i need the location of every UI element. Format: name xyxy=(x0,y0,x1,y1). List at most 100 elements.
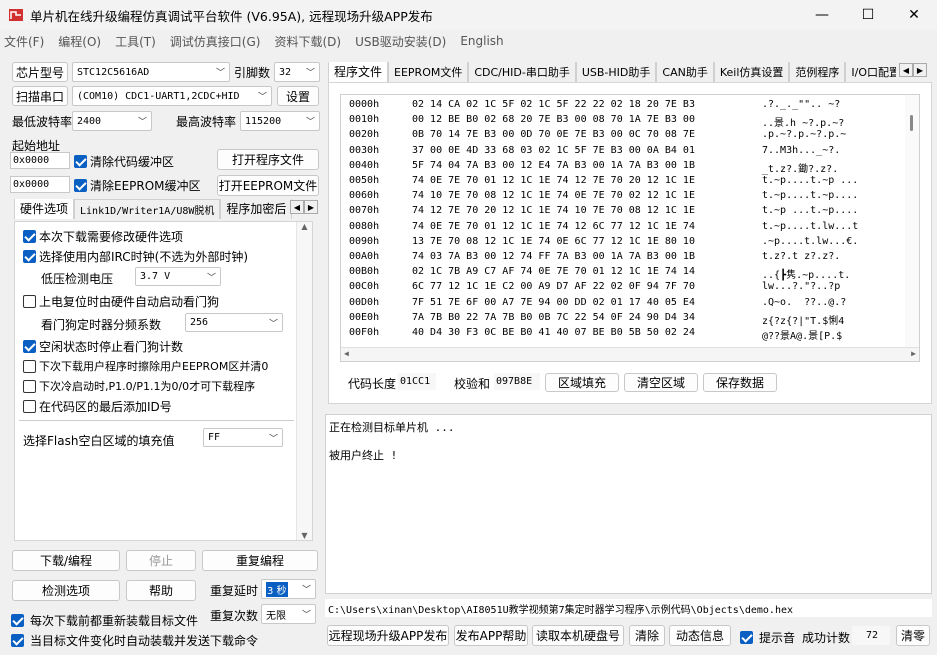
stop-button[interactable]: 停止 xyxy=(126,550,196,571)
min-baud-select[interactable]: 2400 ﹀ xyxy=(72,111,152,131)
hex-bytes[interactable]: 74 03 7A B3 00 12 74 FF 7A B3 00 1A 7A B… xyxy=(412,251,762,267)
start-addr-eeprom-input[interactable]: 0x0000 xyxy=(10,176,70,193)
repeat-count-select[interactable]: 无限 ﹀ xyxy=(261,604,316,624)
hex-bytes[interactable]: 00 12 BE B0 02 68 20 7E B3 00 08 70 1A 7… xyxy=(412,114,762,130)
checkbox-icon[interactable] xyxy=(740,631,753,644)
clear-area-button[interactable]: 清空区域 xyxy=(624,373,698,392)
max-baud-select[interactable]: 115200 ﹀ xyxy=(240,111,320,131)
hex-bytes[interactable]: 40 D4 30 F3 0C BE B0 41 40 07 BE B0 5B 5… xyxy=(412,327,762,343)
repeat-delay-select[interactable]: 3 秒 ﹀ xyxy=(261,579,316,599)
scroll-right-icon[interactable]: ▶ xyxy=(913,63,927,77)
auto-reload-option[interactable]: 当目标文件变化时自动装载并发送下载命令 xyxy=(11,632,258,649)
hex-bytes[interactable]: 7F 51 7E 6F 00 A7 7E 94 00 DD 02 01 17 4… xyxy=(412,297,762,313)
tab-program-file[interactable]: 程序文件 xyxy=(328,62,389,82)
menu-downloads[interactable]: 资料下载(D) xyxy=(274,33,341,50)
hw-option-2[interactable]: 选择使用内部IRC时钟(不选为外部时钟) xyxy=(23,248,248,265)
settings-button[interactable]: 设置 xyxy=(277,86,319,106)
checkbox-icon[interactable] xyxy=(23,359,36,373)
menu-debug[interactable]: 调试仿真接口(G) xyxy=(170,33,261,50)
scroll-left-icon[interactable]: ◀ xyxy=(899,63,913,77)
checkbox-icon[interactable] xyxy=(74,155,87,168)
hw-option-4[interactable]: 空闲状态时停止看门狗计数 xyxy=(23,338,183,355)
download-program-button[interactable]: 下载/编程 xyxy=(12,550,120,571)
scroll-right-icon[interactable]: ▶ xyxy=(911,349,916,358)
scroll-left-icon[interactable]: ◀ xyxy=(290,200,304,214)
read-disk-button[interactable]: 读取本机硬盘号 xyxy=(532,625,624,646)
hw-option-6[interactable]: 下次冷启动时,P1.0/P1.1为0/0才可下载程序 xyxy=(23,378,255,394)
publish-help-button[interactable]: 发布APP帮助 xyxy=(454,625,528,646)
open-program-file-button[interactable]: 打开程序文件 xyxy=(217,149,319,170)
hex-bytes[interactable]: 13 7E 70 08 12 1C 1E 74 0E 6C 77 12 1C 1… xyxy=(412,236,762,252)
checkbox-icon[interactable] xyxy=(11,614,24,627)
dynamic-info-button[interactable]: 动态信息 xyxy=(669,625,731,646)
tab-io-config[interactable]: I/O口配置 xyxy=(845,62,896,82)
checkbox-icon[interactable] xyxy=(23,340,36,353)
low-volt-select[interactable]: 3.7 V ﹀ xyxy=(135,267,221,286)
hex-bytes[interactable]: 74 12 7E 70 20 12 1C 1E 74 10 7E 70 08 1… xyxy=(412,205,762,221)
save-data-button[interactable]: 保存数据 xyxy=(703,373,777,392)
tab-encryption[interactable]: 程序加密后 xyxy=(220,199,293,219)
open-eeprom-file-button[interactable]: 打开EEPROM文件 xyxy=(217,175,319,196)
tab-keil[interactable]: Keil仿真设置 xyxy=(713,62,790,82)
tab-serial-helper[interactable]: CDC/HID-串口助手 xyxy=(468,62,576,82)
hex-bytes[interactable]: 5F 74 04 7A B3 00 12 E4 7A B3 00 1A 7A B… xyxy=(412,160,762,176)
chip-type-button[interactable]: 芯片型号 xyxy=(12,62,68,82)
hex-bytes[interactable]: 37 00 0E 4D 33 68 03 02 1C 5F 7E B3 00 0… xyxy=(412,145,762,161)
minimize-button[interactable]: — xyxy=(799,0,845,30)
close-button[interactable]: ✕ xyxy=(891,0,937,30)
menu-english[interactable]: English xyxy=(460,34,503,48)
hw-option-1[interactable]: 本次下载需要修改硬件选项 xyxy=(23,228,183,245)
beep-option[interactable]: 提示音 xyxy=(740,629,795,646)
checkbox-icon[interactable] xyxy=(11,634,24,647)
help-button[interactable]: 帮助 xyxy=(126,580,196,601)
remote-upgrade-button[interactable]: 远程现场升级APP发布 xyxy=(327,625,449,646)
clear-eeprom-option[interactable]: 清除EEPROM缓冲区 xyxy=(74,177,201,194)
checkbox-icon[interactable] xyxy=(23,250,36,263)
hex-bytes[interactable]: 74 0E 7E 70 01 12 1C 1E 74 12 7E 70 20 1… xyxy=(412,175,762,191)
tab-hardware-options[interactable]: 硬件选项 xyxy=(14,199,75,219)
menu-program[interactable]: 编程(O) xyxy=(58,33,101,50)
pins-select[interactable]: 32 ﹀ xyxy=(274,62,320,82)
hex-bytes[interactable]: 02 1C 7B A9 C7 AF 74 0E 7E 70 01 12 1C 1… xyxy=(412,266,762,282)
hw-option-7[interactable]: 在代码区的最后添加ID号 xyxy=(23,398,172,415)
repeat-program-button[interactable]: 重复编程 xyxy=(202,550,318,571)
hw-option-3[interactable]: 上电复位时由硬件自动启动看门狗 xyxy=(23,293,219,310)
tab-usb-hid[interactable]: USB-HID助手 xyxy=(575,62,657,82)
menu-tools[interactable]: 工具(T) xyxy=(115,33,156,50)
checkbox-icon[interactable] xyxy=(74,179,87,192)
hex-vscrollbar[interactable] xyxy=(905,95,919,347)
hex-bytes[interactable]: 7A 7B B0 22 7A 7B B0 0B 7C 22 54 0F 24 9… xyxy=(412,312,762,328)
hex-bytes[interactable]: 0B 70 14 7E B3 00 0D 70 0E 7E B3 00 0C 7… xyxy=(412,129,762,145)
tab-eeprom-file[interactable]: EEPROM文件 xyxy=(388,62,469,82)
hex-bytes[interactable]: 74 0E 7E 70 01 12 1C 1E 74 12 6C 77 12 1… xyxy=(412,221,762,237)
port-select[interactable]: (COM10) CDC1-UART1,2CDC+HID ﹀ xyxy=(72,86,272,106)
tab-can[interactable]: CAN助手 xyxy=(656,62,714,82)
fill-area-button[interactable]: 区域填充 xyxy=(545,373,619,392)
log-output[interactable]: 正在检测目标单片机 ... 被用户终止 ! xyxy=(325,414,932,594)
scroll-up-icon[interactable]: ▲ xyxy=(297,222,312,231)
options-scrollbar[interactable]: ▲ ▼ xyxy=(296,222,312,540)
scroll-left-icon[interactable]: ◀ xyxy=(344,349,349,358)
scan-port-button[interactable]: 扫描串口 xyxy=(12,86,68,106)
wdt-select[interactable]: 256 ﹀ xyxy=(185,313,283,332)
tab-link1d[interactable]: Link1D/Writer1A/U8W脱机 xyxy=(74,199,221,219)
menu-usb-driver[interactable]: USB驱动安装(D) xyxy=(355,33,446,50)
reset-count-button[interactable]: 清零 xyxy=(896,625,930,646)
start-addr-code-input[interactable]: 0x0000 xyxy=(10,152,70,169)
checkbox-icon[interactable] xyxy=(23,379,36,393)
hw-option-5[interactable]: 下次下载用户程序时擦除用户EEPROM区并清0 xyxy=(23,358,268,374)
check-options-button[interactable]: 检测选项 xyxy=(12,580,120,601)
scroll-down-icon[interactable]: ▼ xyxy=(297,531,312,540)
scroll-thumb[interactable] xyxy=(910,115,913,131)
hex-bytes[interactable]: 02 14 CA 02 1C 5F 02 1C 5F 22 22 02 18 2… xyxy=(412,99,762,115)
fill-select[interactable]: FF ﹀ xyxy=(203,428,283,447)
reload-before-download-option[interactable]: 每次下载前都重新装载目标文件 xyxy=(11,612,198,629)
scroll-right-icon[interactable]: ▶ xyxy=(304,200,318,214)
hex-bytes[interactable]: 6C 77 12 1C 1E C2 00 A9 D7 AF 22 02 0F 9… xyxy=(412,281,762,297)
clear-log-button[interactable]: 清除 xyxy=(629,625,665,646)
hex-bytes[interactable]: 74 10 7E 70 08 12 1C 1E 74 0E 7E 70 02 1… xyxy=(412,190,762,206)
maximize-button[interactable]: ☐ xyxy=(845,0,891,30)
clear-code-option[interactable]: 清除代码缓冲区 xyxy=(74,153,174,170)
checkbox-icon[interactable] xyxy=(23,230,36,243)
hex-view[interactable]: 0000h 02 14 CA 02 1C 5F 02 1C 5F 22 22 02… xyxy=(340,94,920,362)
